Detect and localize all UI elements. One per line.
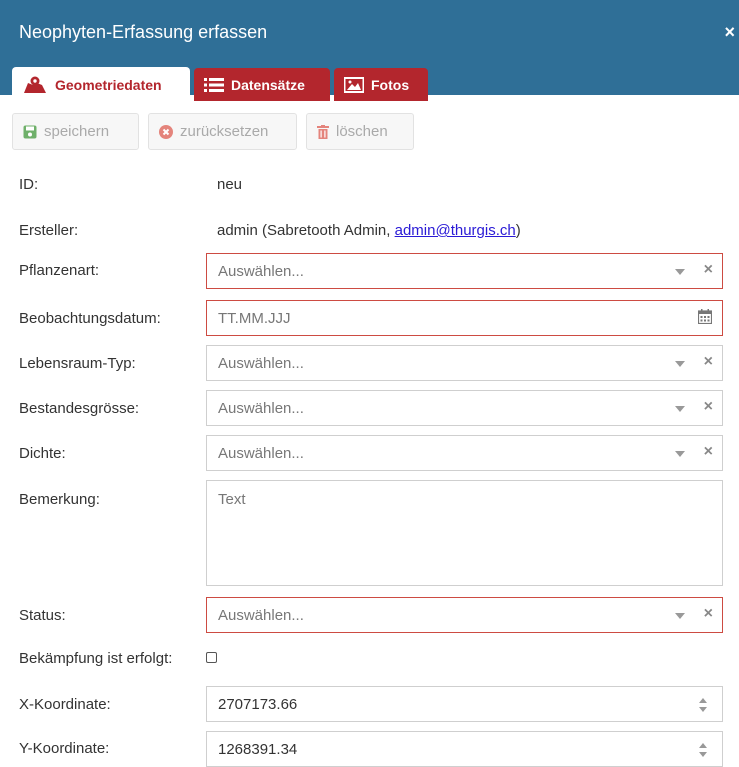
number-spinner-icon[interactable] (698, 696, 708, 714)
clear-icon[interactable]: × (704, 605, 713, 623)
id-value: neu (217, 176, 243, 193)
map-marker-icon (24, 76, 46, 93)
habitat-select[interactable]: Auswählen... × (206, 345, 723, 381)
status-label: Status: (19, 607, 66, 624)
list-icon (204, 77, 224, 92)
stock-placeholder: Auswählen... (218, 400, 304, 417)
y-coordinate-label: Y-Koordinate: (19, 740, 110, 757)
clear-icon[interactable]: × (704, 261, 713, 279)
save-label: speichern (44, 123, 110, 140)
dialog-title: Neophyten-Erfassung erfassen (19, 22, 268, 42)
chevron-down-icon[interactable] (675, 361, 685, 367)
calendar-icon[interactable] (698, 309, 712, 324)
chevron-down-icon[interactable] (675, 451, 685, 457)
image-icon (344, 76, 364, 93)
trash-icon (317, 124, 329, 139)
remark-label: Bemerkung: (19, 491, 100, 508)
floppy-disk-icon (23, 125, 37, 138)
save-button[interactable]: speichern (12, 113, 139, 150)
x-coordinate-label: X-Koordinate: (19, 696, 111, 713)
density-label: Dichte: (19, 445, 66, 462)
plant-select[interactable]: Auswählen... × (206, 253, 723, 289)
stock-select[interactable]: Auswählen... × (206, 390, 723, 426)
stock-label: Bestandesgrösse: (19, 400, 140, 417)
delete-button[interactable]: löschen (306, 113, 414, 150)
times-circle-icon (159, 124, 173, 139)
status-select[interactable]: Auswählen... × (206, 597, 723, 633)
y-coordinate-value: 1268391.34 (218, 741, 298, 758)
chevron-down-icon[interactable] (675, 269, 685, 275)
clear-icon[interactable]: × (704, 353, 713, 371)
id-label: ID: (19, 176, 39, 193)
creator-label: Ersteller: (19, 222, 79, 239)
tab-label: Fotos (371, 76, 410, 93)
x-coordinate-input[interactable]: 2707173.66 (206, 686, 723, 722)
creator-value: admin (Sabretooth Admin, admin@thurgis.c… (217, 222, 521, 239)
chevron-down-icon[interactable] (675, 613, 685, 619)
y-coordinate-input[interactable]: 1268391.34 (206, 731, 723, 767)
chevron-down-icon[interactable] (675, 406, 685, 412)
creator-email-link[interactable]: admin@thurgis.ch (395, 222, 516, 239)
close-icon[interactable]: × (724, 22, 735, 43)
date-label: Beobachtungsdatum: (19, 310, 161, 327)
clear-icon[interactable]: × (704, 398, 713, 416)
reset-button[interactable]: zurücksetzen (148, 113, 297, 150)
clear-icon[interactable]: × (704, 443, 713, 461)
date-input[interactable]: TT.MM.JJJ (206, 300, 723, 336)
number-spinner-icon[interactable] (698, 741, 708, 759)
delete-label: löschen (336, 123, 388, 140)
date-placeholder: TT.MM.JJJ (218, 310, 291, 327)
control-label: Bekämpfung ist erfolgt: (19, 650, 173, 667)
habitat-label: Lebensraum-Typ: (19, 355, 136, 372)
creator-name: admin (Sabretooth Admin, (217, 222, 395, 239)
habitat-placeholder: Auswählen... (218, 355, 304, 372)
creator-suffix: ) (515, 222, 521, 239)
plant-label: Pflanzenart: (19, 262, 100, 279)
control-checkbox[interactable] (206, 652, 217, 663)
plant-placeholder: Auswählen... (218, 263, 304, 280)
tab-label: Geometriedaten (55, 76, 162, 93)
density-select[interactable]: Auswählen... × (206, 435, 723, 471)
status-placeholder: Auswählen... (218, 607, 304, 624)
tab-label: Datensätze (231, 76, 305, 93)
tab-geometriedaten[interactable]: Geometriedaten (12, 67, 190, 102)
remark-textarea[interactable]: Text (206, 480, 723, 586)
tab-fotos[interactable]: Fotos (334, 68, 428, 101)
remark-placeholder: Text (218, 491, 246, 508)
density-placeholder: Auswählen... (218, 445, 304, 462)
reset-label: zurücksetzen (180, 123, 269, 140)
tab-datensaetze[interactable]: Datensätze (194, 68, 330, 101)
x-coordinate-value: 2707173.66 (218, 696, 298, 713)
